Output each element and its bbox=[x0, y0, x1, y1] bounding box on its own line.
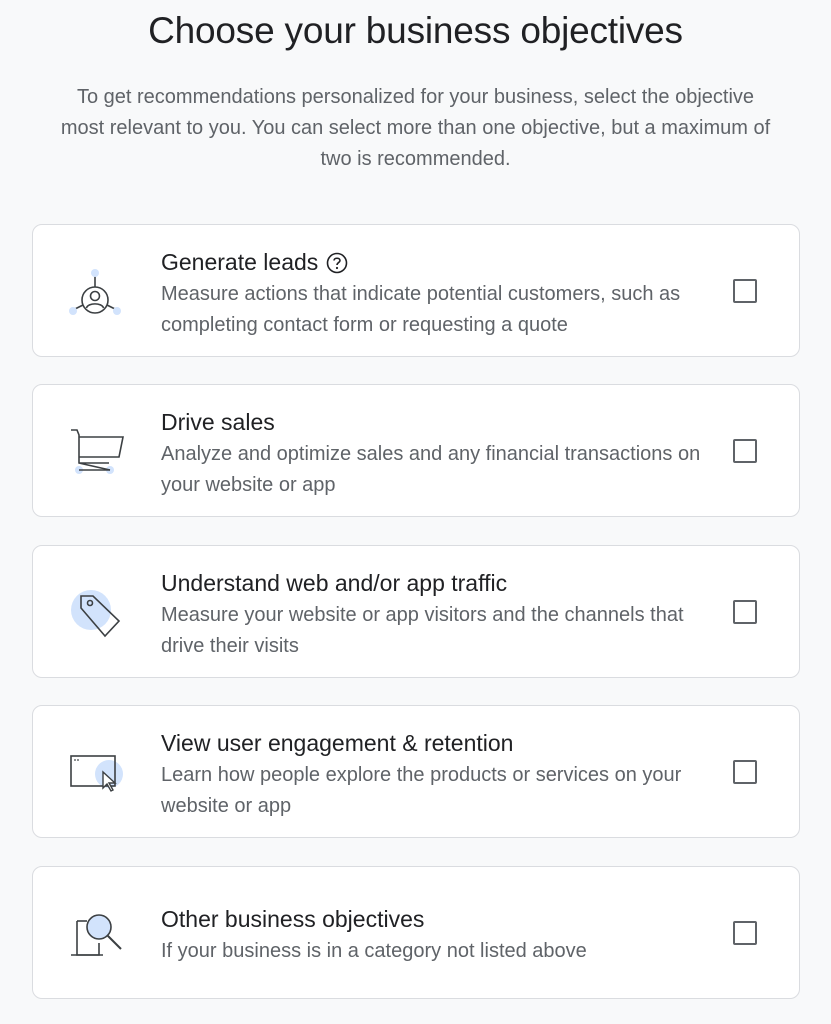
browser-cursor-icon bbox=[69, 746, 125, 802]
objective-card-generate-leads[interactable]: Generate leads Measure actions that indi… bbox=[32, 224, 800, 357]
objective-card-user-engagement[interactable]: View user engagement & retention Learn h… bbox=[32, 705, 800, 838]
objective-checkbox[interactable] bbox=[733, 439, 757, 463]
objective-title: Drive sales bbox=[161, 409, 275, 435]
objective-description: If your business is in a category not li… bbox=[161, 940, 587, 962]
objective-description: Measure actions that indicate potential … bbox=[161, 283, 681, 336]
magnifier-document-icon bbox=[69, 907, 125, 963]
page-title: Choose your business objectives bbox=[148, 10, 683, 51]
objective-description: Measure your website or app visitors and… bbox=[161, 604, 684, 657]
objective-checkbox[interactable] bbox=[733, 921, 757, 945]
objective-title: Other business objectives bbox=[161, 906, 425, 932]
objective-title: View user engagement & retention bbox=[161, 730, 514, 756]
objective-title: Generate leads bbox=[161, 249, 319, 275]
objective-description: Analyze and optimize sales and any finan… bbox=[161, 443, 701, 496]
tag-icon bbox=[69, 586, 125, 642]
objective-card-understand-traffic[interactable]: Understand web and/or app traffic Measur… bbox=[32, 545, 800, 678]
objective-checkbox[interactable] bbox=[733, 279, 757, 303]
help-icon[interactable] bbox=[326, 251, 348, 274]
page-subtitle: To get recommendations personalized for … bbox=[60, 86, 771, 170]
shopping-cart-icon bbox=[69, 425, 125, 481]
objective-card-other[interactable]: Other business objectives If your busine… bbox=[32, 866, 800, 999]
objective-checkbox[interactable] bbox=[733, 760, 757, 784]
objective-card-drive-sales[interactable]: Drive sales Analyze and optimize sales a… bbox=[32, 384, 800, 517]
objective-title: Understand web and/or app traffic bbox=[161, 570, 508, 596]
leads-icon bbox=[69, 265, 125, 321]
objective-description: Learn how people explore the products or… bbox=[161, 764, 682, 817]
objective-checkbox[interactable] bbox=[733, 600, 757, 624]
objectives-page: Choose your business objectives To get r… bbox=[0, 0, 831, 1024]
